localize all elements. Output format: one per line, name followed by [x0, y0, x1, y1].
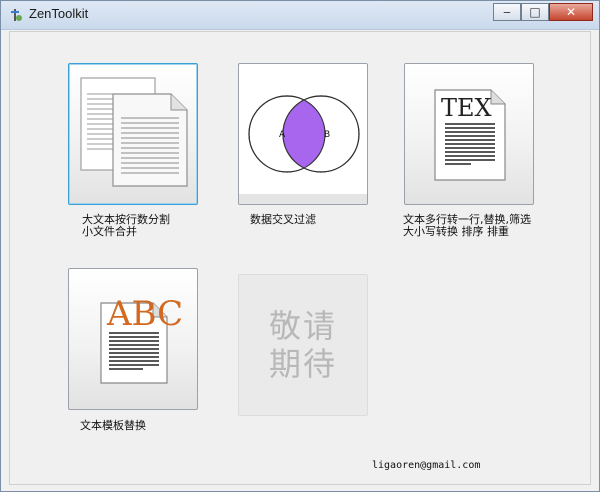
close-button[interactable]: ✕: [549, 3, 593, 21]
venn-label-a: A: [279, 130, 286, 140]
abc-logo-text: ABC: [106, 294, 183, 334]
text-template-tool-label: 文本模板替换: [80, 419, 146, 432]
tex-logo-text: TEX: [441, 94, 492, 122]
coming-soon-line2: 期待: [268, 345, 337, 383]
documents-icon: [80, 77, 188, 187]
app-window: ZenToolkit ‒ □ ✕ 大文本按行数分割 小文件合并 A B 数据交叉…: [0, 0, 600, 492]
text-transform-tool-label: 文本多行转一行,替换,筛选 大小写转换 排序 排重: [403, 213, 531, 238]
author-email: ligaoren@gmail.com: [372, 460, 481, 471]
tex-document-icon: TEX: [434, 89, 506, 181]
split-merge-tool-label: 大文本按行数分割 小文件合并: [82, 213, 170, 238]
text-transform-tool-button[interactable]: TEX: [404, 63, 534, 205]
title-bar[interactable]: ZenToolkit ‒ □ ✕: [1, 1, 599, 30]
data-cross-filter-tool-label: 数据交叉过滤: [250, 213, 316, 226]
coming-soon-line1: 敬请: [268, 307, 337, 345]
venn-label-b: B: [324, 130, 330, 140]
split-merge-tool-button[interactable]: [68, 63, 198, 205]
window-controls: ‒ □ ✕: [493, 3, 593, 21]
abc-document-icon: ABC: [100, 294, 183, 384]
window-title: ZenToolkit: [29, 6, 89, 21]
coming-soon-placeholder: 敬请 期待: [238, 274, 368, 416]
venn-diagram-icon: A B: [239, 95, 367, 204]
app-icon: [11, 9, 22, 21]
coming-soon-text: 敬请 期待: [239, 275, 367, 415]
data-cross-filter-tool-button[interactable]: A B: [238, 63, 368, 205]
text-template-tool-button[interactable]: ABC: [68, 268, 198, 410]
main-panel: 大文本按行数分割 小文件合并 A B 数据交叉过滤 TEX 文本多行转一行,替换…: [9, 31, 591, 485]
maximize-button[interactable]: □: [521, 3, 549, 21]
minimize-button[interactable]: ‒: [493, 3, 521, 21]
